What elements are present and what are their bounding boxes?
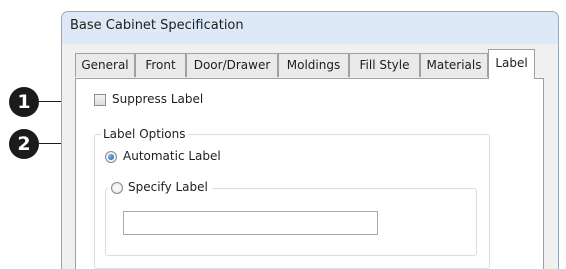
suppress-label-checkbox[interactable] xyxy=(94,94,106,106)
specify-label-group: Specify Label xyxy=(105,180,477,256)
tab-door-drawer[interactable]: Door/Drawer xyxy=(186,53,278,77)
tab-moldings[interactable]: Moldings xyxy=(278,53,349,77)
callout-1-marker: 1 xyxy=(9,87,39,117)
specify-label-input[interactable] xyxy=(123,211,378,235)
specify-label-radio[interactable] xyxy=(111,182,123,194)
callout-2-marker: 2 xyxy=(9,129,39,159)
label-options-group: Label Options Automatic Label Specify La… xyxy=(94,127,490,269)
dialog-title: Base Cabinet Specification xyxy=(70,18,244,33)
tab-fill-style[interactable]: Fill Style xyxy=(349,53,420,77)
base-cabinet-dialog: Base Cabinet Specification General Front… xyxy=(61,11,559,269)
label-tab-panel: Suppress Label Label Options Automatic L… xyxy=(75,78,544,269)
automatic-label-radio[interactable] xyxy=(105,151,117,163)
automatic-label-text[interactable]: Automatic Label xyxy=(123,149,221,163)
tab-front[interactable]: Front xyxy=(135,53,186,77)
tab-label[interactable]: Label xyxy=(488,49,535,79)
tab-materials[interactable]: Materials xyxy=(420,53,488,77)
label-options-caption: Label Options xyxy=(101,127,188,141)
specify-label-text[interactable]: Specify Label xyxy=(128,180,208,194)
tab-general[interactable]: General xyxy=(75,53,135,77)
specify-label-caption: Specify Label xyxy=(108,180,212,194)
dialog-titlebar[interactable]: Base Cabinet Specification xyxy=(62,12,558,44)
suppress-label-text[interactable]: Suppress Label xyxy=(112,92,203,106)
